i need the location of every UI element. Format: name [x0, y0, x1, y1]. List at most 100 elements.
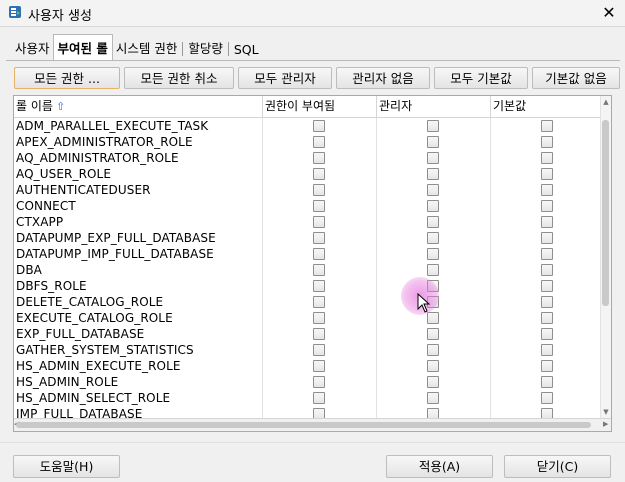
table-row[interactable]: DBA — [14, 262, 605, 278]
granted-checkbox[interactable] — [313, 216, 325, 228]
granted-checkbox[interactable] — [313, 360, 325, 372]
default-checkbox[interactable] — [541, 248, 553, 260]
admin-checkbox[interactable] — [427, 216, 439, 228]
close-icon[interactable]: ✕ — [599, 3, 619, 23]
default-checkbox[interactable] — [541, 216, 553, 228]
granted-checkbox[interactable] — [313, 296, 325, 308]
vertical-scrollbar[interactable]: ▲ ▼ — [600, 96, 611, 418]
title-bar[interactable]: 사용자 생성 ✕ — [0, 0, 625, 27]
granted-checkbox[interactable] — [313, 200, 325, 212]
granted-checkbox[interactable] — [313, 344, 325, 356]
admin-checkbox[interactable] — [427, 200, 439, 212]
horizontal-scrollbar[interactable]: ◀ ▶ — [14, 418, 611, 431]
default-checkbox[interactable] — [541, 392, 553, 404]
table-row[interactable]: EXECUTE_CATALOG_ROLE — [14, 310, 605, 326]
default-checkbox[interactable] — [541, 264, 553, 276]
admin-checkbox[interactable] — [427, 248, 439, 260]
admin-checkbox[interactable] — [427, 328, 439, 340]
table-row[interactable]: ADM_PARALLEL_EXECUTE_TASK — [14, 118, 605, 134]
default-checkbox[interactable] — [541, 312, 553, 324]
tab-system-privileges[interactable]: 시스템 권한 — [113, 36, 180, 60]
apply-button[interactable]: 적용(A) — [386, 455, 493, 478]
table-row[interactable]: HS_ADMIN_EXECUTE_ROLE — [14, 358, 605, 374]
scroll-right-icon[interactable]: ▶ — [603, 420, 611, 428]
admin-checkbox[interactable] — [427, 360, 439, 372]
granted-checkbox[interactable] — [313, 312, 325, 324]
table-row[interactable]: EXP_FULL_DATABASE — [14, 326, 605, 342]
admin-checkbox[interactable] — [427, 392, 439, 404]
column-header-default[interactable]: 기본값 — [491, 96, 605, 117]
default-checkbox[interactable] — [541, 184, 553, 196]
tab-sql[interactable]: SQL — [231, 40, 262, 60]
admin-checkbox[interactable] — [427, 264, 439, 276]
role-name-cell: EXECUTE_CATALOG_ROLE — [14, 310, 263, 326]
tab-granted-roles[interactable]: 부여된 롤 — [52, 34, 113, 61]
admin-none-button[interactable]: 관리자 없음 — [336, 67, 430, 89]
admin-checkbox[interactable] — [427, 184, 439, 196]
tab-quotas[interactable]: 할당량 — [185, 36, 226, 60]
granted-checkbox[interactable] — [313, 136, 325, 148]
default-checkbox[interactable] — [541, 376, 553, 388]
table-row[interactable]: DATAPUMP_IMP_FULL_DATABASE — [14, 246, 605, 262]
admin-checkbox[interactable] — [427, 344, 439, 356]
default-checkbox[interactable] — [541, 152, 553, 164]
default-all-button[interactable]: 모두 기본값 — [434, 67, 528, 89]
help-button[interactable]: 도움말(H) — [13, 455, 120, 478]
table-row[interactable]: DATAPUMP_EXP_FULL_DATABASE — [14, 230, 605, 246]
default-checkbox[interactable] — [541, 168, 553, 180]
table-row[interactable]: APEX_ADMINISTRATOR_ROLE — [14, 134, 605, 150]
default-checkbox[interactable] — [541, 120, 553, 132]
default-checkbox[interactable] — [541, 136, 553, 148]
admin-checkbox[interactable] — [427, 376, 439, 388]
table-row[interactable]: AQ_ADMINISTRATOR_ROLE — [14, 150, 605, 166]
roles-grid[interactable]: 롤 이름 ⇧ 권한이 부여됨 관리자 기본값 ADM_PARALLEL_EXECU… — [13, 95, 612, 432]
table-row[interactable]: CONNECT — [14, 198, 605, 214]
sort-ascending-icon[interactable]: ⇧ — [56, 100, 65, 113]
admin-checkbox[interactable] — [427, 312, 439, 324]
table-row[interactable]: DELETE_CATALOG_ROLE — [14, 294, 605, 310]
default-none-button[interactable]: 기본값 없음 — [532, 67, 620, 89]
table-row[interactable]: HS_ADMIN_ROLE — [14, 374, 605, 390]
granted-checkbox[interactable] — [313, 248, 325, 260]
table-row[interactable]: AUTHENTICATEDUSER — [14, 182, 605, 198]
granted-checkbox[interactable] — [313, 264, 325, 276]
column-header-role-name[interactable]: 롤 이름 ⇧ — [14, 96, 263, 117]
granted-checkbox[interactable] — [313, 376, 325, 388]
granted-checkbox[interactable] — [313, 280, 325, 292]
default-checkbox[interactable] — [541, 360, 553, 372]
granted-checkbox[interactable] — [313, 120, 325, 132]
default-checkbox[interactable] — [541, 328, 553, 340]
vertical-scroll-thumb[interactable] — [602, 120, 609, 306]
granted-checkbox[interactable] — [313, 232, 325, 244]
close-button[interactable]: 닫기(C) — [504, 455, 611, 478]
admin-checkbox[interactable] — [427, 232, 439, 244]
grant-all-button[interactable]: 모든 권한 ... — [14, 67, 120, 89]
default-checkbox[interactable] — [541, 280, 553, 292]
column-header-granted[interactable]: 권한이 부여됨 — [263, 96, 377, 117]
granted-checkbox[interactable] — [313, 184, 325, 196]
granted-checkbox[interactable] — [313, 328, 325, 340]
default-checkbox[interactable] — [541, 200, 553, 212]
tab-user[interactable]: 사용자 — [12, 36, 53, 60]
table-row[interactable]: DBFS_ROLE — [14, 278, 605, 294]
admin-checkbox[interactable] — [427, 168, 439, 180]
granted-checkbox[interactable] — [313, 152, 325, 164]
default-checkbox[interactable] — [541, 344, 553, 356]
table-row[interactable]: CTXAPP — [14, 214, 605, 230]
revoke-all-button[interactable]: 모든 권한 취소 — [124, 67, 234, 89]
table-row[interactable]: GATHER_SYSTEM_STATISTICS — [14, 342, 605, 358]
scroll-up-icon[interactable]: ▲ — [602, 98, 610, 106]
default-checkbox[interactable] — [541, 232, 553, 244]
admin-all-button[interactable]: 모두 관리자 — [238, 67, 332, 89]
column-header-admin[interactable]: 관리자 — [377, 96, 491, 117]
granted-checkbox[interactable] — [313, 392, 325, 404]
scroll-down-icon[interactable]: ▼ — [602, 408, 610, 416]
granted-checkbox[interactable] — [313, 168, 325, 180]
horizontal-scroll-thumb[interactable] — [16, 422, 591, 428]
table-row[interactable]: HS_ADMIN_SELECT_ROLE — [14, 390, 605, 406]
default-checkbox[interactable] — [541, 296, 553, 308]
admin-checkbox[interactable] — [427, 136, 439, 148]
admin-checkbox[interactable] — [427, 120, 439, 132]
table-row[interactable]: AQ_USER_ROLE — [14, 166, 605, 182]
admin-checkbox[interactable] — [427, 152, 439, 164]
